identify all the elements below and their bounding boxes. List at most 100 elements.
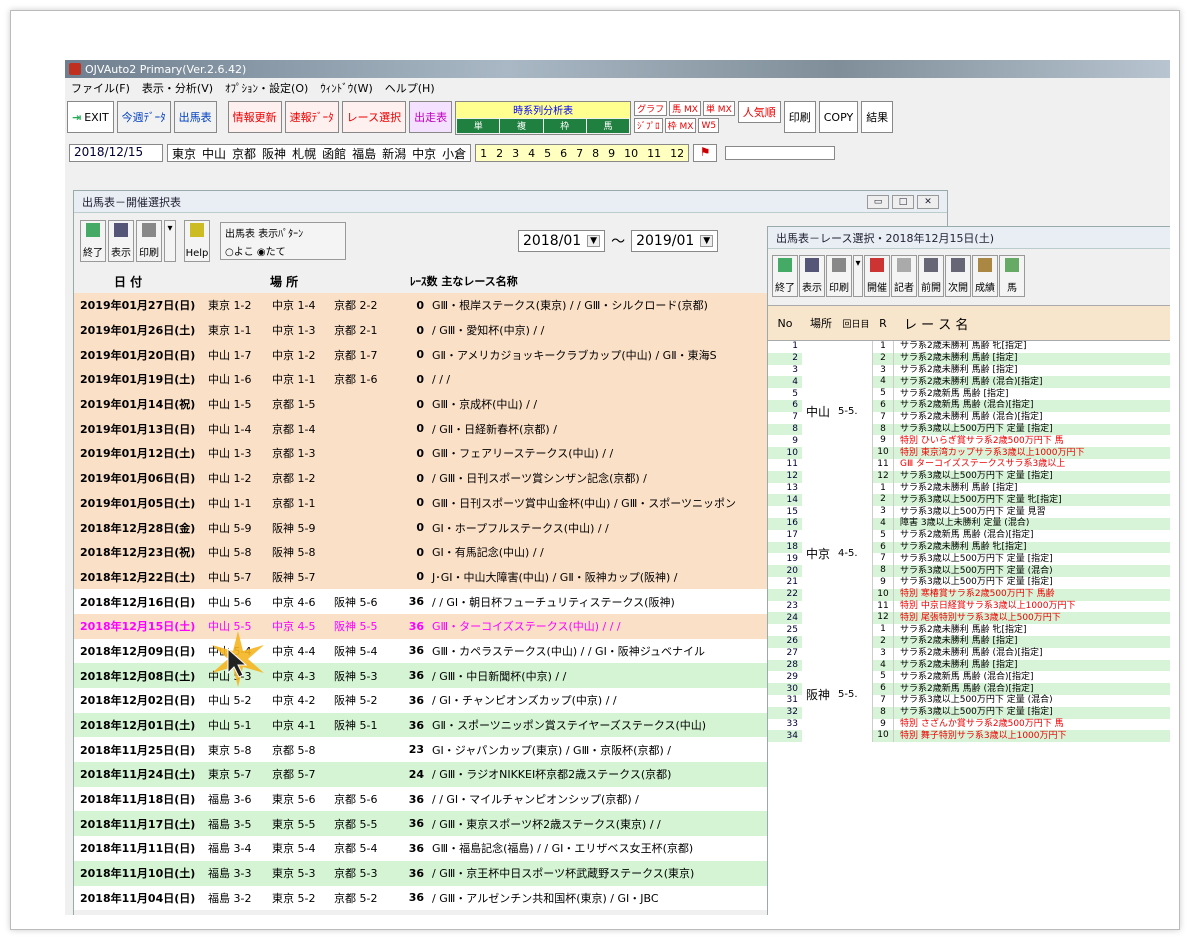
close-icon[interactable]: ✕ (917, 194, 939, 209)
race-number-10[interactable]: 10 (624, 147, 638, 160)
race-number-2[interactable]: 2 (496, 147, 503, 160)
w1-print-dropdown[interactable]: ▾ (164, 220, 176, 262)
print-button[interactable]: 印刷 (783, 101, 816, 133)
w2-tool-6[interactable]: 前開 (918, 255, 944, 297)
w1-display-button[interactable]: 表示 (108, 220, 134, 262)
w1-print-button[interactable]: 印刷 (136, 220, 162, 262)
w2-tool-4[interactable]: 開催 (864, 255, 890, 297)
col-no: No (777, 316, 793, 330)
race-number-7[interactable]: 7 (576, 147, 583, 160)
menu-options[interactable]: ｵﾌﾟｼｮﾝ・設定(O) (219, 80, 314, 96)
venue-hanshin[interactable]: 阪神 (262, 145, 286, 162)
menu-file[interactable]: ファイル(F) (65, 80, 136, 96)
race-r: 3 (872, 364, 894, 377)
race-select-button[interactable]: レース選択 (341, 101, 407, 133)
race-name: サラ系2歳新馬 馬齢 (混合)[指定] (894, 671, 1034, 683)
race-r: 5 (872, 388, 894, 400)
results-button[interactable]: 結果 (861, 101, 894, 133)
venue-kyoto[interactable]: 京都 (232, 145, 256, 162)
ts-horse-button[interactable]: 馬 (586, 119, 630, 133)
w2-tool-5[interactable]: 記者 (891, 255, 917, 297)
venue-kokura[interactable]: 小倉 (442, 145, 466, 162)
w2-tool-2[interactable]: 表示 (799, 255, 825, 297)
exit-button[interactable]: ⇥ EXIT (67, 101, 114, 133)
race-r: 7 (872, 694, 894, 707)
race-r: 6 (872, 399, 894, 412)
venue-sapporo[interactable]: 札幌 (292, 145, 316, 162)
entries-button[interactable]: 出走表 (409, 101, 453, 133)
race-card-button[interactable]: 出馬表 (173, 101, 217, 133)
to-month-select[interactable]: 2019/01 ▼ (631, 230, 719, 252)
venue-tokyo[interactable]: 東京 (172, 145, 196, 162)
menu-view[interactable]: 表示・分析(V) (136, 80, 219, 96)
bracket-mx-button[interactable]: 枠 MX (664, 118, 697, 133)
venue-chukyo[interactable]: 中京 (412, 145, 436, 162)
race-r: 6 (872, 541, 894, 554)
row-venue-1: 中山 5-1 (208, 719, 252, 733)
minimize-icon[interactable]: ▭ (867, 194, 889, 209)
venue-nakayama[interactable]: 中山 (202, 145, 226, 162)
pattern-yoko[interactable]: よこ (234, 247, 254, 258)
w2-tool-3[interactable]: 印刷 (826, 255, 852, 297)
race-number-3[interactable]: 3 (512, 147, 519, 160)
flag-icon[interactable]: ⚑ (693, 144, 718, 162)
flash-data-button[interactable]: 速報ﾃﾞｰﾀ (284, 101, 339, 133)
race-number-8[interactable]: 8 (592, 147, 599, 160)
row-venue-3: 京都 2-1 (334, 324, 378, 338)
race-no: 24 (786, 612, 798, 623)
row-venue-2: 阪神 5-7 (272, 570, 316, 584)
graph-button[interactable]: グラフ (634, 101, 668, 116)
venue-hakodate[interactable]: 函館 (322, 145, 346, 162)
date-field[interactable]: 2018/12/15 (69, 144, 163, 162)
ts-place-button[interactable]: 複 (500, 119, 543, 133)
menu-window[interactable]: ｳｨﾝﾄﾞｳ(W) (314, 80, 378, 96)
row-date: 2018年12月23日(祝) (80, 546, 196, 560)
race-number-5[interactable]: 5 (544, 147, 551, 160)
race-r: 4 (872, 517, 894, 530)
venue-niigata[interactable]: 新潟 (382, 145, 406, 162)
popularity-button[interactable]: 人気順 (737, 101, 781, 123)
ts-win-button[interactable]: 単 (457, 119, 500, 133)
race-name: 障害 3歳以上未勝利 定量 (混合) (900, 518, 1030, 529)
w2-tool-1[interactable]: 終了 (772, 255, 798, 297)
update-info-button[interactable]: 情報更新 (227, 101, 282, 133)
w1-exit-button[interactable]: 終了 (80, 220, 106, 262)
race-no: 32 (786, 707, 798, 718)
w5-button[interactable]: W5 (698, 118, 720, 133)
w2-tool-7[interactable]: 次開 (945, 255, 971, 297)
race-number-9[interactable]: 9 (608, 147, 615, 160)
win-mx-button[interactable]: 単 MX (702, 101, 735, 116)
chevron-down-icon: ▼ (700, 235, 714, 247)
w2-tool-9[interactable]: 馬 (999, 255, 1025, 297)
ts-bracket-button[interactable]: 枠 (543, 119, 586, 133)
horse-mx-button[interactable]: 馬 MX (669, 101, 701, 116)
race-number-4[interactable]: 4 (528, 147, 535, 160)
from-month-select[interactable]: 2018/01 ▼ (518, 230, 606, 252)
race-number-6[interactable]: 6 (560, 147, 567, 160)
pattern-tate[interactable]: たて (266, 247, 286, 258)
race-number-11[interactable]: 11 (647, 147, 661, 160)
w2-print-dropdown[interactable]: ▾ (853, 255, 863, 297)
venue-fukushima[interactable]: 福島 (352, 145, 376, 162)
race-r: 8 (872, 706, 894, 719)
maximize-icon[interactable]: □ (892, 194, 914, 209)
w1-help-button[interactable]: Help (184, 220, 210, 262)
row-date: 2019年01月14日(祝) (80, 398, 196, 412)
race-number-12[interactable]: 12 (670, 147, 684, 160)
jipro-button[interactable]: ｼﾞﾌﾟﾛ (634, 118, 663, 133)
progress-bar (725, 146, 836, 160)
race-number-1[interactable]: 1 (480, 147, 487, 160)
race-no: 1 (792, 341, 798, 352)
race-name: サラ系2歳未勝利 馬齢 [指定] (894, 482, 1018, 494)
row-race-count: 36 (408, 595, 424, 609)
screenshot-frame: OJVAuto2 Primary(Ver.2.6.42) ファイル(F) 表示・… (10, 10, 1180, 930)
w2-tool-8[interactable]: 成績 (972, 255, 998, 297)
row-race-count: 36 (408, 669, 424, 683)
row-main-races: GⅢ・日刊スポーツ賞中山金杯(中山) / GⅢ・スポーツニッポン (432, 496, 737, 510)
row-venue-1: 中山 5-9 (208, 521, 252, 535)
copy-button[interactable]: COPY (818, 101, 859, 133)
race-name: 特別 尾張特別サラ系3歳以上500万円下 (900, 612, 1061, 623)
race-no: 8 (792, 423, 798, 434)
this-week-data-button[interactable]: 今週ﾃﾞｰﾀ (116, 101, 171, 133)
menu-help[interactable]: ヘルプ(H) (379, 80, 441, 96)
